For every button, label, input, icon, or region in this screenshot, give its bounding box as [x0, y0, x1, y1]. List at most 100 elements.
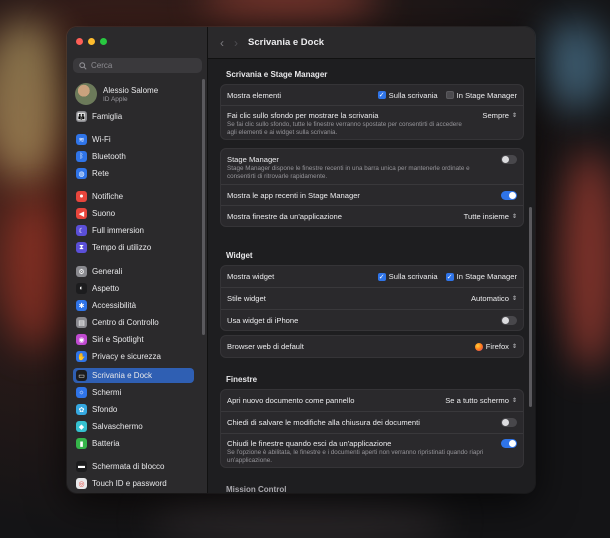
sidebar-item-label: Bluetooth [92, 152, 126, 161]
forward-chevron-icon[interactable]: › [234, 36, 238, 50]
row-mostra-widget: Mostra widget ✓ Sulla scrivania ✓ In Stage… [221, 266, 523, 287]
close-button[interactable] [76, 38, 83, 45]
row-clic-sfondo: Fai clic sullo sfondo per mostrare la sc… [221, 105, 523, 139]
sidebar-item-scrivania-e-dock[interactable]: ▭ Scrivania e Dock [73, 368, 194, 383]
minimize-button[interactable] [88, 38, 95, 45]
row-label: Fai clic sullo sfondo per mostrare la sc… [227, 111, 379, 120]
checkbox-in-stage-manager[interactable] [445, 91, 454, 99]
row-stile-widget: Stile widget Automatico ⇕ [221, 287, 523, 309]
bluetooth-icon: ᛒ [76, 151, 87, 162]
row-widget-iphone: Usa widget di iPhone [221, 309, 523, 330]
row-mostra-elementi: Mostra elementi ✓ Sulla scrivania In Stag… [221, 85, 523, 105]
sidebar-item-label: Schermi [92, 388, 122, 397]
popup-value: Firefox [485, 342, 509, 351]
popup-clic-sfondo[interactable]: Sempre ⇕ [482, 111, 517, 120]
row-description: Se fai clic sullo sfondo, tutte le fines… [227, 121, 462, 136]
checkbox-sulla-scrivania[interactable]: ✓ [377, 91, 386, 99]
row-label: Mostra widget [227, 272, 275, 281]
sidebar-item-tempo-di-utilizzo[interactable]: ⧗ Tempo di utilizzo [73, 240, 194, 255]
sidebar-item-suono[interactable]: ◀ Suono [73, 206, 194, 221]
sidebar-item-batteria[interactable]: ▮ Batteria [73, 436, 194, 451]
chevron-updown-icon: ⇕ [511, 113, 517, 119]
sidebar-item-generali[interactable]: ⚙ Generali [73, 264, 194, 279]
sidebar-item-notifiche[interactable]: ● Notifiche [73, 189, 194, 204]
popup-value: Sempre [482, 111, 509, 120]
sidebar-item-label: Batteria [92, 439, 120, 448]
sidebar-item-privacy-e-sicurezza[interactable]: ✋ Privacy e sicurezza [73, 349, 194, 364]
group-browser: Browser web di default Firefox ⇕ [220, 335, 524, 358]
back-chevron-icon[interactable]: ‹ [220, 36, 224, 50]
sidebar-item-schermata-di-blocco[interactable]: ▬ Schermata di blocco [73, 459, 194, 474]
sidebar-item-schermi[interactable]: ☼ Schermi [73, 385, 194, 400]
popup-browser[interactable]: Firefox ⇕ [474, 342, 517, 351]
display-icon: ☼ [76, 387, 87, 398]
settings-window: Cerca Alessio Salome ID Apple 👪 Famiglia ≋… [67, 27, 535, 493]
search-input[interactable]: Cerca [73, 58, 202, 73]
sidebar-item-accessibilit[interactable]: ✱ Accessibilità [73, 298, 194, 313]
checkbox-widget-scrivania[interactable]: ✓ [377, 272, 386, 281]
dock-icon: ▭ [76, 370, 87, 381]
sidebar-item-label: Full immersion [92, 226, 145, 235]
sidebar-item-label: Aspetto [92, 284, 120, 293]
row-label: Stile widget [227, 294, 266, 303]
sidebar: Cerca Alessio Salome ID Apple 👪 Famiglia ≋… [67, 27, 208, 493]
sidebar-item-rete[interactable]: ◍ Rete [73, 166, 194, 181]
sidebar-item-label: Sfondo [92, 405, 118, 414]
sidebar-scrollbar[interactable] [202, 79, 205, 335]
bell-icon: ● [76, 191, 87, 202]
row-description: Se l'opzione è abilitata, le finestre e … [227, 449, 484, 464]
checkbox-widget-stage-manager[interactable]: ✓ [445, 272, 454, 281]
sidebar-item-label: Tempo di utilizzo [92, 243, 152, 252]
row-label: Stage Manager [227, 155, 279, 164]
apple-id-profile[interactable]: Alessio Salome ID Apple [75, 83, 158, 105]
screensaver-icon: ◆ [76, 421, 87, 432]
row-stage-manager: Stage Manager Stage Manager dispone le f… [221, 149, 523, 184]
section-title-stage: Scrivania e Stage Manager [226, 70, 328, 79]
family-icon: 👪 [76, 111, 87, 122]
group-stage-manager: Stage Manager Stage Manager dispone le f… [220, 148, 524, 227]
sidebar-item-aspetto[interactable]: ◐ Aspetto [73, 281, 194, 296]
toolbar: ‹ › Scrivania e Dock [208, 27, 535, 59]
row-chiudi: Chiudi le finestre quando esci da un'app… [221, 433, 523, 467]
control-center-icon: ▤ [76, 317, 87, 328]
sidebar-item-full-immersion[interactable]: ☾ Full immersion [73, 223, 194, 238]
toggle-stage-manager[interactable] [501, 155, 517, 164]
sidebar-item-wi-fi[interactable]: ≋ Wi-Fi [73, 132, 194, 147]
sidebar-item-sfondo[interactable]: ✿ Sfondo [73, 402, 194, 417]
popup-value: Tutte insieme [463, 211, 509, 221]
popup-finestre-app[interactable]: Tutte insieme ⇕ [464, 212, 517, 221]
hand-icon: ✋ [76, 351, 87, 362]
toggle-chiudi[interactable] [501, 439, 517, 448]
sidebar-item-label: Famiglia [92, 112, 123, 121]
sidebar-item-label: Accessibilità [92, 301, 137, 310]
zoom-button[interactable] [100, 38, 107, 45]
sidebar-item-salvaschermo[interactable]: ◆ Salvaschermo [73, 419, 194, 434]
main-scrollbar[interactable] [529, 207, 532, 407]
toggle-widget-iphone[interactable] [501, 315, 517, 325]
toggle-salvare[interactable] [501, 418, 517, 427]
section-title-widget: Widget [226, 251, 253, 260]
sidebar-item-famiglia[interactable]: 👪 Famiglia [73, 109, 194, 124]
chevron-updown-icon: ⇕ [511, 344, 517, 350]
popup-apri-doc[interactable]: Se a tutto schermo ⇕ [445, 396, 517, 405]
row-label: Chiedi di salvare le modifiche alla chiu… [227, 418, 420, 427]
checkbox-label: Sulla scrivania [388, 90, 438, 100]
sidebar-item-siri-e-spotlight[interactable]: ◉ Siri e Spotlight [73, 332, 194, 347]
checkbox-label: Sulla scrivania [388, 272, 438, 281]
sidebar-item-touch-id-e-password[interactable]: ◎ Touch ID e password [73, 476, 194, 491]
search-icon [79, 61, 87, 70]
profile-subtitle: ID Apple [103, 95, 128, 103]
row-label: Mostra finestre da un'applicazione [227, 211, 343, 221]
sidebar-item-label: Schermata di blocco [92, 462, 165, 471]
sidebar-item-label: Suono [92, 209, 116, 218]
sidebar-item-bluetooth[interactable]: ᛒ Bluetooth [73, 149, 194, 164]
sidebar-item-label: Privacy e sicurezza [92, 352, 161, 361]
row-label: Chiudi le finestre quando esci da un'app… [227, 439, 392, 448]
group-finestre: Apri nuovo documento come pannello Se a … [220, 389, 524, 468]
chevron-updown-icon: ⇕ [511, 398, 517, 404]
popup-stile-widget[interactable]: Automatico ⇕ [471, 294, 517, 303]
firefox-icon [474, 342, 483, 351]
sidebar-item-label: Scrivania e Dock [92, 371, 153, 380]
toggle-app-recenti[interactable] [501, 190, 517, 200]
sidebar-item-centro-di-controllo[interactable]: ▤ Centro di Controllo [73, 315, 194, 330]
